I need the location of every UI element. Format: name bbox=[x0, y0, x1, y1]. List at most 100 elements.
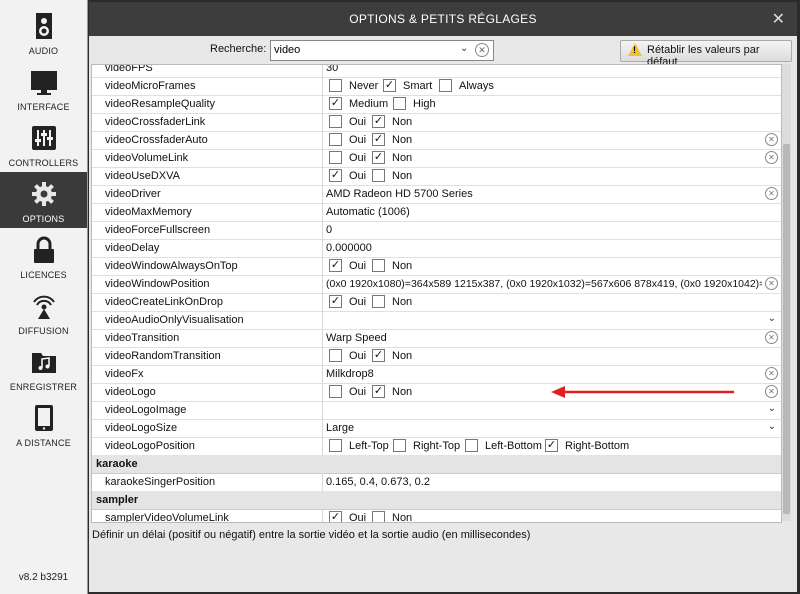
checkbox[interactable] bbox=[329, 133, 342, 146]
checkbox-checked[interactable]: ✓ bbox=[329, 97, 342, 110]
table-row[interactable]: videoDelay 0.000000 bbox=[92, 239, 781, 258]
reset-value-icon[interactable]: ✕ bbox=[765, 331, 778, 344]
setting-value[interactable]: ⌄ bbox=[322, 401, 781, 419]
checkbox[interactable] bbox=[393, 439, 406, 452]
table-row[interactable]: videoWindowAlwaysOnTop ✓ Oui Non bbox=[92, 257, 781, 276]
setting-name: samplerVideoVolumeLink bbox=[105, 512, 229, 523]
sidebar-item-a-distance[interactable]: A DISTANCE bbox=[0, 396, 87, 452]
setting-value[interactable]: 0.165, 0.4, 0.673, 0.2 bbox=[322, 473, 781, 491]
reset-defaults-button[interactable]: ! Rétablir les valeurs par défaut bbox=[620, 40, 792, 68]
table-row[interactable]: videoUseDXVA ✓ Oui Non bbox=[92, 167, 781, 186]
option-label: Non bbox=[392, 116, 413, 128]
setting-value[interactable]: AMD Radeon HD 5700 Series ✕ bbox=[322, 185, 781, 203]
table-row[interactable]: videoWindowPosition (0x0 1920x1080)=364x… bbox=[92, 275, 781, 294]
checkbox-checked[interactable]: ✓ bbox=[329, 259, 342, 272]
checkbox[interactable] bbox=[372, 169, 385, 182]
checkbox[interactable] bbox=[329, 439, 342, 452]
checkbox-checked[interactable]: ✓ bbox=[372, 151, 385, 164]
checkbox[interactable] bbox=[393, 97, 406, 110]
table-row[interactable]: videoCrossfaderAuto Oui ✓ Non ✕ bbox=[92, 131, 781, 150]
checkbox-checked[interactable]: ✓ bbox=[372, 133, 385, 146]
table-row[interactable]: videoCrossfaderLink Oui ✓ Non bbox=[92, 113, 781, 132]
sidebar-item-interface[interactable]: INTERFACE bbox=[0, 60, 87, 116]
table-row[interactable]: videoDriver AMD Radeon HD 5700 Series ✕ bbox=[92, 185, 781, 204]
checkbox[interactable] bbox=[329, 79, 342, 92]
chevron-down-icon[interactable]: ⌄ bbox=[768, 313, 776, 324]
table-row[interactable]: videoFPS 30 bbox=[92, 65, 781, 78]
setting-value[interactable]: (0x0 1920x1080)=364x589 1215x387, (0x0 1… bbox=[322, 275, 781, 293]
setting-name: videoResampleQuality bbox=[105, 98, 216, 110]
checkbox-checked[interactable]: ✓ bbox=[372, 115, 385, 128]
table-row[interactable]: videoMicroFrames Never ✓ Smart Always bbox=[92, 77, 781, 96]
setting-name: videoFx bbox=[105, 368, 144, 380]
sidebar-item-options[interactable]: OPTIONS bbox=[0, 172, 87, 228]
table-row[interactable]: samplerVideoVolumeLink ✓ Oui Non bbox=[92, 509, 781, 523]
checkbox-checked[interactable]: ✓ bbox=[372, 349, 385, 362]
vertical-scrollbar[interactable] bbox=[782, 64, 791, 521]
checkbox[interactable] bbox=[329, 115, 342, 128]
checkbox[interactable] bbox=[465, 439, 478, 452]
chevron-down-icon[interactable]: ⌄ bbox=[460, 43, 468, 54]
chevron-down-icon[interactable]: ⌄ bbox=[768, 421, 776, 432]
checkbox[interactable] bbox=[329, 349, 342, 362]
reset-value-icon[interactable]: ✕ bbox=[765, 151, 778, 164]
sidebar-item-enregistrer[interactable]: ENREGISTRER bbox=[0, 340, 87, 396]
table-row[interactable]: videoMaxMemory Automatic (1006) bbox=[92, 203, 781, 222]
reset-value-icon[interactable]: ✕ bbox=[765, 133, 778, 146]
checkbox[interactable] bbox=[329, 385, 342, 398]
checkbox-checked[interactable]: ✓ bbox=[545, 439, 558, 452]
setting-name: videoMaxMemory bbox=[105, 206, 192, 218]
option-label: Never bbox=[349, 80, 379, 92]
table-row[interactable]: videoRandomTransition Oui ✓ Non bbox=[92, 347, 781, 366]
table-row[interactable]: karaokeSingerPosition 0.165, 0.4, 0.673,… bbox=[92, 473, 781, 492]
reset-value-icon[interactable]: ✕ bbox=[765, 385, 778, 398]
checkbox[interactable] bbox=[372, 295, 385, 308]
reset-value-icon[interactable]: ✕ bbox=[765, 367, 778, 380]
sidebar-item-diffusion[interactable]: DIFFUSION bbox=[0, 284, 87, 340]
table-row[interactable]: videoLogoImage ⌄ bbox=[92, 401, 781, 420]
checkbox[interactable] bbox=[372, 511, 385, 522]
table-row[interactable]: videoResampleQuality ✓ Medium High bbox=[92, 95, 781, 114]
scrollbar-thumb[interactable] bbox=[783, 144, 790, 514]
reset-value-icon[interactable]: ✕ bbox=[765, 277, 778, 290]
setting-value[interactable]: 30 bbox=[322, 65, 781, 77]
setting-name: videoAudioOnlyVisualisation bbox=[105, 314, 244, 326]
reset-value-icon[interactable]: ✕ bbox=[765, 187, 778, 200]
table-row[interactable]: videoLogoPosition Left-Top Right-Top Lef… bbox=[92, 437, 781, 456]
setting-value[interactable]: ⌄ bbox=[322, 311, 781, 329]
table-row[interactable]: videoVolumeLink Oui ✓ Non ✕ bbox=[92, 149, 781, 168]
setting-value[interactable]: Milkdrop8 ✕ bbox=[322, 365, 781, 383]
table-row[interactable]: videoLogoSize Large ⌄ bbox=[92, 419, 781, 438]
sidebar-item-controllers[interactable]: CONTROLLERS bbox=[0, 116, 87, 172]
search-input[interactable] bbox=[274, 42, 459, 57]
setting-value[interactable]: 0.000000 bbox=[322, 239, 781, 257]
setting-value[interactable]: Large ⌄ bbox=[322, 419, 781, 437]
table-row[interactable]: videoAudioOnlyVisualisation ⌄ bbox=[92, 311, 781, 330]
table-row[interactable]: videoForceFullscreen 0 bbox=[92, 221, 781, 240]
checkbox-checked[interactable]: ✓ bbox=[372, 385, 385, 398]
table-row[interactable]: videoFx Milkdrop8 ✕ bbox=[92, 365, 781, 384]
setting-name: videoCreateLinkOnDrop bbox=[105, 296, 224, 308]
setting-value[interactable]: 0 bbox=[322, 221, 781, 239]
checkbox-checked[interactable]: ✓ bbox=[383, 79, 396, 92]
close-icon[interactable]: ✕ bbox=[772, 9, 785, 29]
checkbox-checked[interactable]: ✓ bbox=[329, 511, 342, 522]
checkbox-checked[interactable]: ✓ bbox=[329, 295, 342, 308]
sidebar-item-licences[interactable]: LICENCES bbox=[0, 228, 87, 284]
checkbox[interactable] bbox=[372, 259, 385, 272]
value-text: Automatic (1006) bbox=[326, 206, 410, 218]
sidebar-item-label: CONTROLLERS bbox=[8, 158, 79, 168]
checkbox-checked[interactable]: ✓ bbox=[329, 169, 342, 182]
chevron-down-icon[interactable]: ⌄ bbox=[768, 403, 776, 414]
checkbox[interactable] bbox=[439, 79, 452, 92]
lock-icon bbox=[34, 236, 54, 263]
table-row[interactable]: videoCreateLinkOnDrop ✓ Oui Non bbox=[92, 293, 781, 312]
checkbox[interactable] bbox=[329, 151, 342, 164]
table-row[interactable]: videoTransition Warp Speed ✕ bbox=[92, 329, 781, 348]
setting-name: videoLogoSize bbox=[105, 422, 178, 434]
sidebar-item-audio[interactable]: AUDIO bbox=[0, 4, 87, 60]
setting-value[interactable]: Warp Speed ✕ bbox=[322, 329, 781, 347]
clear-icon[interactable]: ✕ bbox=[475, 43, 489, 57]
setting-value[interactable]: Automatic (1006) bbox=[322, 203, 781, 221]
option-label: Medium bbox=[349, 98, 389, 110]
